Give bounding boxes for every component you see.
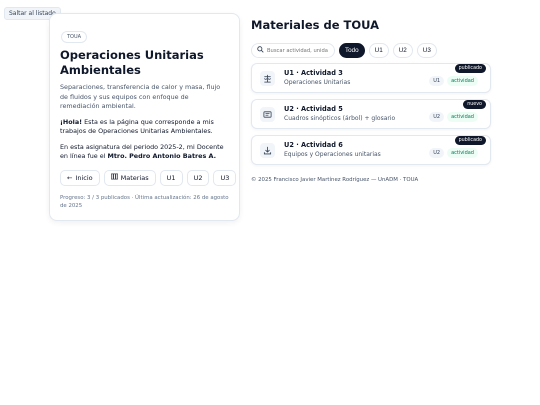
course-nav: ← Inicio Materias U1 U2 U3 [60,169,237,186]
teacher-name: Mtro. Pedro Antonio Batres A. [107,152,217,160]
item-title: U2 · Actividad 6 [284,141,343,149]
unit-2-button[interactable]: U2 [186,169,210,186]
search-icon [257,46,264,55]
progress-text: Progreso: 3 / 3 publicados · Última actu… [60,194,229,210]
kind-badge: actividad [447,112,478,122]
greeting-text: Esta es la página que corresponde a mis … [60,117,214,136]
subjects-label: Materias [120,173,149,182]
search-input[interactable] [267,47,331,54]
list-item[interactable]: U1 · Actividad 3 Operaciones Unitarias U… [251,63,491,93]
item-tags: U1 actividad [429,76,478,86]
teacher-paragraph: En esta asignatura del periodo 2025-2, m… [60,143,229,162]
course-description: Separaciones, transferencia de calor y m… [60,83,221,110]
home-label: Inicio [75,173,93,182]
materials-panel: Materiales de TOUA Todo U1 U2 U3 U1 · Ac… [251,18,491,183]
item-tags: U2 actividad [429,148,478,158]
kind-badge: actividad [447,148,478,158]
status-badge: nuevo [463,99,486,109]
item-subtitle: Operaciones Unitarias [284,79,351,86]
subjects-button[interactable]: Materias [103,169,156,186]
arrow-left-icon: ← [67,173,73,182]
unit-badge: U1 [429,76,445,86]
document-icon [260,106,275,122]
filter-u1-button[interactable]: U1 [368,43,389,58]
list-item[interactable]: U2 · Actividad 5 Cuadros sinópticos (árb… [251,99,491,129]
item-title: U1 · Actividad 3 [284,69,343,77]
scale-icon [260,70,275,86]
books-icon [110,173,118,182]
filter-u2-button[interactable]: U2 [392,43,413,58]
course-info-card: TOUA Operaciones Unitarias Ambientales S… [49,13,240,221]
download-icon [260,142,275,158]
unit-badge: U2 [429,148,445,158]
filter-bar: Todo U1 U2 U3 [251,43,491,58]
list-item[interactable]: U2 · Actividad 6 Equipos y Operaciones u… [251,135,491,165]
greeting-bold: ¡Hola! [60,117,83,126]
filter-u3-button[interactable]: U3 [416,43,437,58]
item-subtitle: Cuadros sinópticos (árbol) + glosario [284,115,396,122]
greeting-paragraph: ¡Hola! Esta es la página que corresponde… [60,118,229,137]
course-code-chip: TOUA [61,31,88,43]
filter-all-button[interactable]: Todo [339,43,365,58]
home-button[interactable]: ← Inicio [60,169,100,186]
item-subtitle: Equipos y Operaciones unitarias [284,151,381,158]
item-title: U2 · Actividad 5 [284,105,343,113]
materials-list: U1 · Actividad 3 Operaciones Unitarias U… [251,63,491,165]
status-badge: publicado [454,135,486,145]
search-box [251,43,335,58]
item-tags: U2 actividad [429,112,478,122]
kind-badge: actividad [447,76,478,86]
unit-badge: U2 [429,112,445,122]
page-footer: © 2025 Francisco Javier Martínez Rodrígu… [251,177,419,183]
status-badge: publicado [454,63,486,73]
materials-title: Materiales de TOUA [251,18,380,32]
unit-1-button[interactable]: U1 [159,169,183,186]
course-title: Operaciones Unitarias Ambientales [60,48,204,77]
unit-3-button[interactable]: U3 [213,169,237,186]
